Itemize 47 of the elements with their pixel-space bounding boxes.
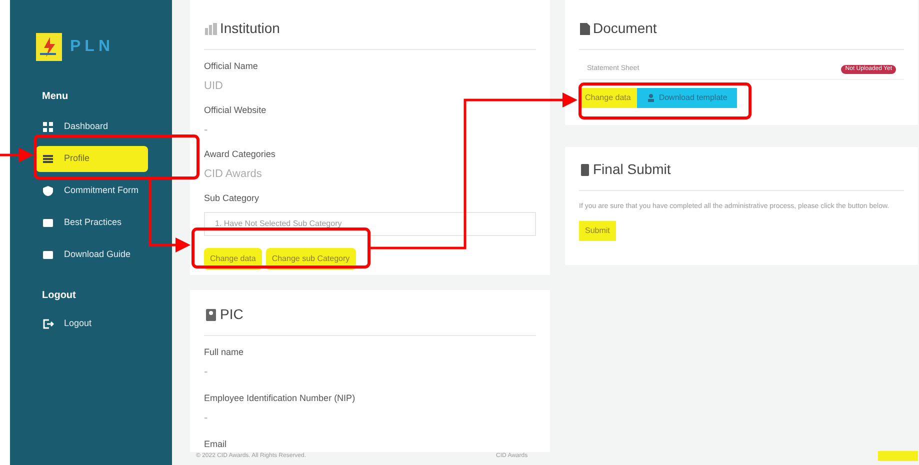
- sidebar-item-label: Dashboard: [64, 120, 108, 134]
- menu-heading: Menu: [42, 90, 70, 104]
- field-label: Official Website: [204, 104, 268, 117]
- logout-icon: [42, 318, 54, 330]
- field-label: Sub Category: [204, 192, 260, 205]
- field-label: Official Name: [204, 60, 259, 73]
- sidebar-item[interactable]: Profile: [36, 146, 148, 172]
- person-icon: [646, 94, 655, 102]
- card-title: Document: [593, 19, 657, 38]
- field-label: Email: [204, 438, 228, 451]
- change-button[interactable]: Change data: [579, 88, 637, 108]
- menu-icon: [42, 153, 54, 165]
- sidebar-item-label: Download Guide: [64, 248, 131, 262]
- sidebar-item-label: Best Practices: [64, 216, 122, 230]
- card-title: Final Submit: [593, 160, 671, 179]
- document-icon: [579, 22, 591, 36]
- field-value: UID: [204, 78, 224, 94]
- lightning-logo-icon: [36, 33, 62, 61]
- grid-icon: [42, 121, 54, 133]
- card-title: Institution: [220, 19, 280, 38]
- building-icon: [204, 22, 218, 34]
- sidebar-item[interactable]: Download Guide: [36, 242, 148, 268]
- sidebar-item[interactable]: Best Practices: [36, 210, 148, 236]
- download-button[interactable]: Download template: [636, 88, 738, 108]
- field-value: -: [204, 410, 209, 426]
- field-value: -: [204, 364, 209, 380]
- sub-category-field[interactable]: 1. Have Not Selected Sub Category: [204, 212, 536, 236]
- field-label: Employee Identification Number (NIP): [204, 392, 356, 405]
- id-card-icon: [204, 308, 218, 322]
- card-title: PIC: [220, 305, 244, 324]
- footer-badge: [878, 451, 918, 461]
- shield-icon: [42, 185, 54, 197]
- submit-button[interactable]: Submit: [579, 221, 616, 241]
- logo-text: PLN: [70, 37, 114, 57]
- field-value: -: [204, 122, 209, 138]
- logout-label: Logout: [64, 317, 92, 330]
- field-value: CID Awards: [204, 166, 263, 182]
- logout-item[interactable]: Logout: [36, 313, 148, 335]
- sidebar-item[interactable]: Commitment Form: [36, 178, 148, 204]
- logout-heading: Logout: [42, 289, 77, 303]
- field-label: Award Categories: [204, 148, 276, 161]
- sidebar-item[interactable]: Dashboard: [36, 114, 148, 140]
- sidebar-item-label: Profile: [64, 152, 90, 166]
- field-label: Full name: [204, 346, 245, 359]
- arrow: [0, 148, 34, 162]
- phone-icon: [579, 162, 591, 176]
- sidebar-item-label: Commitment Form: [64, 184, 139, 198]
